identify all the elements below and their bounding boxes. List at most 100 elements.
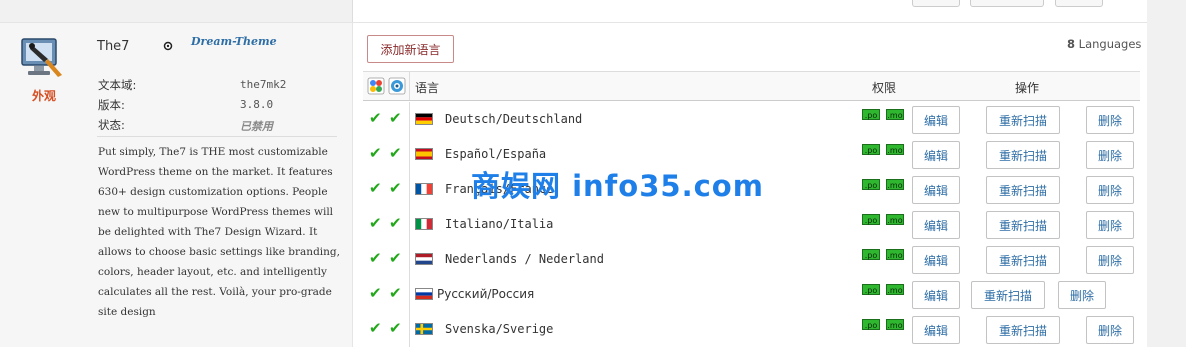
mo-permission-badge: .mo (886, 249, 904, 260)
plugin-name: The7 (97, 39, 130, 54)
po-permission-badge: .po (862, 109, 880, 120)
rescan-button[interactable]: 重新扫描 (986, 246, 1060, 274)
header-column-separator (409, 72, 410, 100)
check-icon: ✔ (369, 109, 382, 127)
rescan-button[interactable]: 重新扫描 (986, 106, 1060, 134)
meta-value-version: 3.8.0 (240, 98, 274, 111)
flag-se-icon (415, 323, 433, 335)
rescan-button[interactable]: 重新扫描 (986, 141, 1060, 169)
rescan-button[interactable]: 重新扫描 (986, 211, 1060, 239)
table-row: ✔ ✔ Русский/Россия .po .mo 编辑 重新扫描 删除 (363, 277, 1140, 312)
column-separator (409, 312, 410, 347)
check-icon: ✔ (389, 144, 402, 162)
watermark-text: 商娱网 info35.com (471, 169, 764, 203)
meta-divider (97, 136, 337, 137)
po-permission-badge: .po (862, 249, 880, 260)
edit-button[interactable]: 编辑 (912, 281, 960, 309)
column-separator (409, 172, 410, 207)
meta-label-status: 状态: (98, 118, 125, 132)
meta-value-textdomain: the7mk2 (240, 78, 287, 91)
mo-permission-badge: .mo (886, 109, 904, 120)
author-icon (163, 41, 173, 51)
check-icon: ✔ (389, 179, 402, 197)
mo-permission-badge: .mo (886, 319, 904, 330)
flag-de-icon (415, 113, 433, 125)
previous-row-button-delete[interactable] (1055, 0, 1103, 7)
table-row: ✔ ✔ Nederlands / Nederland .po .mo 编辑 重新… (363, 242, 1140, 277)
language-count: 8 Languages (1067, 37, 1141, 51)
flag-nl-icon (415, 253, 433, 265)
delete-button[interactable]: 删除 (1086, 246, 1134, 274)
flag-es-icon (415, 148, 433, 160)
flag-ru-icon (415, 288, 433, 300)
delete-button[interactable]: 删除 (1058, 281, 1106, 309)
column-header-permissions: 权限 (872, 81, 897, 95)
column-header-language[interactable]: 语言 (415, 79, 439, 96)
edit-button[interactable]: 编辑 (912, 176, 960, 204)
language-count-number: 8 (1067, 37, 1076, 51)
check-icon: ✔ (369, 214, 382, 232)
language-table-header: 语言 权限 操作 (363, 71, 1140, 101)
edit-button[interactable]: 编辑 (912, 141, 960, 169)
check-icon: ✔ (389, 249, 402, 267)
flag-fr-icon (415, 183, 433, 195)
po-permission-badge: .po (862, 319, 880, 330)
plugin-category: 外观 (32, 89, 57, 103)
google-translate-icon (367, 77, 385, 95)
check-icon: ✔ (389, 284, 402, 302)
plugin-author-link[interactable]: Dream-Theme (191, 35, 277, 48)
check-icon: ✔ (369, 319, 382, 337)
edit-button[interactable]: 编辑 (912, 316, 960, 344)
edit-button[interactable]: 编辑 (912, 246, 960, 274)
check-icon: ✔ (369, 179, 382, 197)
mo-permission-badge: .mo (886, 284, 904, 295)
language-name: Nederlands / Nederland (445, 252, 604, 266)
flag-it-icon (415, 218, 433, 230)
delete-button[interactable]: 删除 (1086, 176, 1134, 204)
meta-label-textdomain: 文本域: (98, 78, 137, 92)
edit-button[interactable]: 编辑 (912, 211, 960, 239)
check-icon: ✔ (389, 109, 402, 127)
appearance-icon (21, 38, 62, 77)
edit-button[interactable]: 编辑 (912, 106, 960, 134)
previous-row-divider (352, 0, 353, 22)
meta-value-status: 已禁用 (240, 120, 273, 133)
previous-row-remnant (0, 0, 1186, 22)
language-count-suffix: Languages (1078, 37, 1142, 51)
mo-permission-badge: .mo (886, 179, 904, 190)
po-permission-badge: .po (862, 214, 880, 225)
language-name: Italiano/Italia (445, 217, 554, 231)
delete-button[interactable]: 删除 (1086, 316, 1134, 344)
delete-button[interactable]: 删除 (1086, 106, 1134, 134)
delete-button[interactable]: 删除 (1086, 211, 1134, 239)
delete-button[interactable]: 删除 (1086, 141, 1134, 169)
table-row: ✔ ✔ Deutsch/Deutschland .po .mo 编辑 重新扫描 … (363, 102, 1140, 137)
plugin-info-panel: 外观 The7 Dream-Theme 文本域: the7mk2 版本: 3.8… (0, 23, 352, 347)
previous-row-button-edit[interactable] (912, 0, 960, 7)
check-icon: ✔ (369, 249, 382, 267)
plugin-description: Put simply, The7 is THE most customizabl… (98, 146, 340, 318)
mo-permission-badge: .mo (886, 214, 904, 225)
language-name: Svenska/Sverige (445, 322, 554, 336)
rescan-button[interactable]: 重新扫描 (986, 176, 1060, 204)
check-icon: ✔ (389, 214, 402, 232)
column-separator (409, 137, 410, 172)
language-name: Deutsch/Deutschland (445, 112, 583, 126)
wordpress-icon (388, 77, 406, 95)
rescan-button[interactable]: 重新扫描 (986, 316, 1060, 344)
previous-row-button-rescan[interactable] (970, 0, 1044, 7)
source-icons (367, 77, 406, 95)
check-icon: ✔ (369, 144, 382, 162)
table-row: ✔ ✔ Svenska/Sverige .po .mo 编辑 重新扫描 删除 (363, 312, 1140, 347)
mo-permission-badge: .mo (886, 144, 904, 155)
language-name: Español/España (445, 147, 547, 161)
check-icon: ✔ (369, 284, 382, 302)
column-separator (409, 207, 410, 242)
right-margin (1147, 0, 1186, 347)
column-separator (409, 277, 410, 312)
table-row: ✔ ✔ Italiano/Italia .po .mo 编辑 重新扫描 删除 (363, 207, 1140, 242)
column-header-actions: 操作 (1015, 81, 1040, 95)
rescan-button[interactable]: 重新扫描 (971, 281, 1045, 309)
po-permission-badge: .po (862, 179, 880, 190)
add-new-language-button[interactable]: 添加新语言 (367, 35, 454, 63)
